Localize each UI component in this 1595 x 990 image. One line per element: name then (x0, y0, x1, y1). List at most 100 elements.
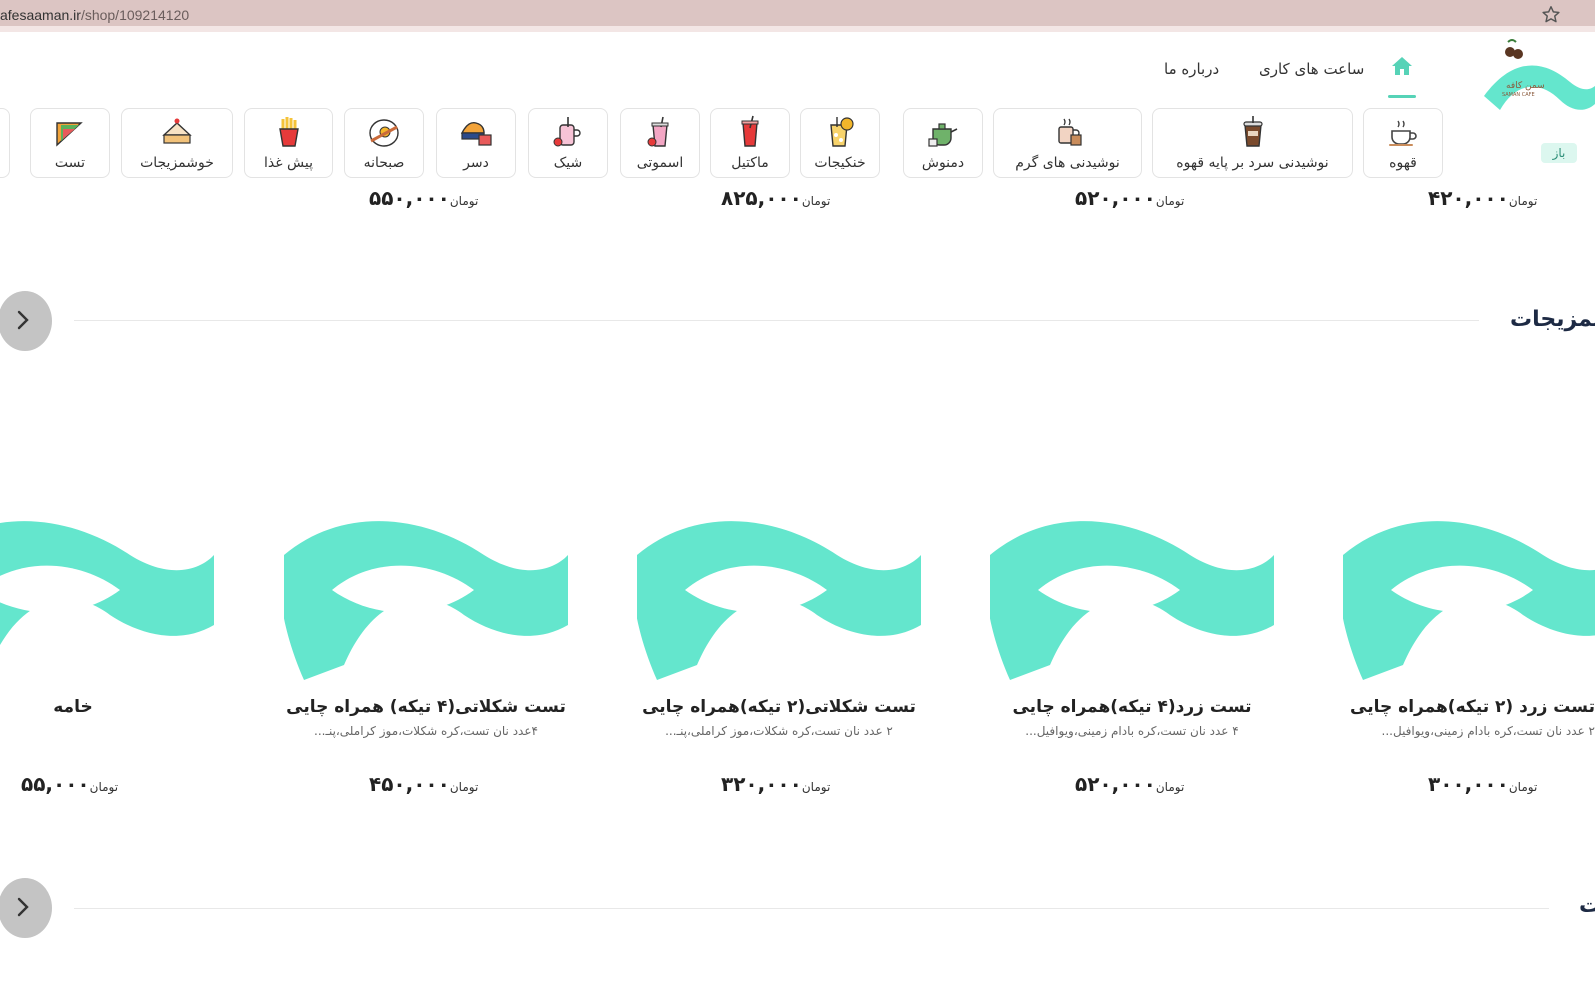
category-label: نوشیدنی های گرم (1015, 155, 1120, 171)
nav-home[interactable] (1388, 54, 1416, 98)
product-price: تومان۴۵۰,۰۰۰ (369, 772, 478, 796)
product-image[interactable] (637, 515, 921, 680)
product-image[interactable] (1343, 515, 1595, 680)
product-name[interactable]: تست زرد(۴ تیکه)همراه چایی (990, 697, 1274, 717)
svg-text:SAMAN CAFE: SAMAN CAFE (1502, 92, 1535, 98)
price-amount: ۵۲۰,۰۰۰ (1075, 772, 1156, 796)
product-price: تومان۵۲۰,۰۰۰ (1075, 186, 1184, 210)
browser-url-bar[interactable]: afesaaman.ir/shop/109214120 (0, 0, 1595, 32)
category-label: خنکیجات (814, 155, 866, 171)
category-label: نوشیدنی سرد بر پایه قهوه (1176, 155, 1329, 171)
category-hot-drinks[interactable]: نوشیدنی های گرم (993, 108, 1142, 178)
currency-label: تومان (1155, 194, 1185, 208)
price-amount: ۵۵,۰۰۰ (21, 772, 90, 796)
carousel-next-button[interactable] (0, 291, 52, 351)
category-label: تست (54, 155, 86, 171)
currency-label: تومان (89, 780, 119, 794)
section-divider (74, 908, 1549, 909)
product-price: تومان۴۲۰,۰۰۰ (1428, 186, 1537, 210)
hot-drink-icon (1057, 118, 1082, 146)
product-price: تومان۵۲۰,۰۰۰ (1075, 772, 1184, 796)
product-description: ۲ عدد نان تست،کره شکلات،موز کراملی،پنـ..… (665, 724, 893, 738)
price-amount: ۵۵۰,۰۰۰ (369, 186, 450, 210)
dessert-icon (460, 122, 492, 146)
product-image[interactable] (284, 515, 568, 680)
product-name[interactable]: خامه (0, 697, 146, 717)
cafe-logo[interactable]: سمن کافه SAMAN CAFE (1472, 38, 1595, 158)
currency-label: تومان (1155, 780, 1185, 794)
category-toast[interactable]: تست (30, 108, 110, 178)
price-amount: ۵۲۰,۰۰۰ (1075, 186, 1156, 210)
price-amount: ۴۲۰,۰۰۰ (1428, 186, 1509, 210)
category-label: دمنوش (921, 155, 965, 171)
category-label: قهوه (1389, 155, 1417, 171)
currency-label: تومان (449, 780, 479, 794)
category-label: صبحانه (363, 155, 405, 171)
currency-label: تومان (801, 780, 831, 794)
coffee-cup-icon (1389, 120, 1417, 146)
currency-label: تومان (1508, 780, 1538, 794)
product-name[interactable]: تست شکلاتی(۴ تیکه) همراه چایی (284, 697, 568, 717)
iced-coffee-icon (1242, 116, 1263, 147)
product-price: تومان۳۰۰,۰۰۰ (1428, 772, 1537, 796)
category-label: دسر (463, 155, 489, 171)
site-header: درباره ما ساعت های کاری (0, 38, 1595, 100)
category-breakfast[interactable]: صبحانه (344, 108, 424, 178)
price-amount: ۳۲۰,۰۰۰ (721, 772, 802, 796)
nav-hours[interactable]: ساعت های کاری (1259, 60, 1364, 78)
category-dessert[interactable]: دسر (436, 108, 516, 178)
product-description: ۴ عدد نان تست،کره بادام زمینی،ویوافیل... (1025, 724, 1239, 738)
category-label: خوشمزیجات (140, 155, 214, 171)
chevron-right-icon (17, 310, 29, 330)
category-iced-coffee[interactable]: نوشیدنی سرد بر پایه قهوه (1152, 108, 1353, 178)
cake-icon (162, 118, 192, 144)
currency-label: تومان (449, 194, 479, 208)
category-cold-drinks[interactable]: خنکیجات (800, 108, 880, 178)
teapot-icon (928, 123, 958, 147)
status-badge: باز (1541, 143, 1577, 163)
url-host: afesaaman.ir (0, 7, 81, 23)
mocktail-icon (741, 115, 759, 147)
sandwich-icon (56, 122, 83, 147)
product-name[interactable]: تست زرد (۲ تیکه)همراه چایی (1350, 697, 1595, 717)
lemonade-icon (830, 117, 854, 147)
fries-icon (278, 117, 299, 147)
product-price: تومان۵۵,۰۰۰ (21, 772, 118, 796)
product-name[interactable]: تست شکلاتی(۲ تیکه)همراه چایی (637, 697, 921, 717)
url-text[interactable]: afesaaman.ir/shop/109214120 (0, 7, 189, 23)
currency-label: تومان (801, 194, 831, 208)
breakfast-icon (369, 119, 399, 147)
category-label: اسموتی (636, 155, 684, 171)
chevron-right-icon (17, 897, 29, 917)
product-price: تومان۵۵۰,۰۰۰ (369, 186, 478, 210)
smoothie-icon (647, 116, 669, 147)
section-title: خوشمزیجات (1510, 307, 1595, 332)
category-appetizer[interactable]: پیش غذا (244, 108, 333, 178)
category-tasty-items[interactable]: خوشمزیجات (121, 108, 233, 178)
section-title: تست (1579, 893, 1595, 918)
shake-icon (553, 117, 581, 147)
category-herbal-tea[interactable]: دمنوش (903, 108, 983, 178)
product-image[interactable] (0, 515, 214, 680)
currency-label: تومان (1508, 194, 1538, 208)
bookmark-star-icon[interactable] (1540, 4, 1562, 26)
category-shake[interactable]: شیک (528, 108, 608, 178)
price-amount: ۴۵۰,۰۰۰ (369, 772, 450, 796)
svg-text:سمن کافه: سمن کافه (1506, 81, 1545, 91)
category-label: ماکتیل (731, 155, 769, 171)
nav-about[interactable]: درباره ما (1164, 60, 1219, 78)
product-price: تومان۸۲۵,۰۰۰ (721, 186, 830, 210)
product-description: ۲ عدد نان تست،کره بادام زمینی،ویوافیل... (1381, 724, 1595, 738)
category-smoothie[interactable]: اسموتی (620, 108, 700, 178)
product-image[interactable] (990, 515, 1274, 680)
category-label: شیک (553, 155, 583, 171)
price-amount: ۸۲۵,۰۰۰ (721, 186, 802, 210)
product-description: ۴عدد نان تست،کره شکلات،موز کراملی،پنـ... (314, 724, 538, 738)
nav-home-underline (1388, 95, 1416, 98)
category-more[interactable] (0, 108, 10, 178)
url-path: /shop/109214120 (80, 7, 190, 23)
carousel-next-button[interactable] (0, 878, 52, 938)
category-mocktail[interactable]: ماکتیل (710, 108, 790, 178)
category-coffee[interactable]: قهوه (1363, 108, 1443, 178)
home-icon (1392, 57, 1412, 75)
